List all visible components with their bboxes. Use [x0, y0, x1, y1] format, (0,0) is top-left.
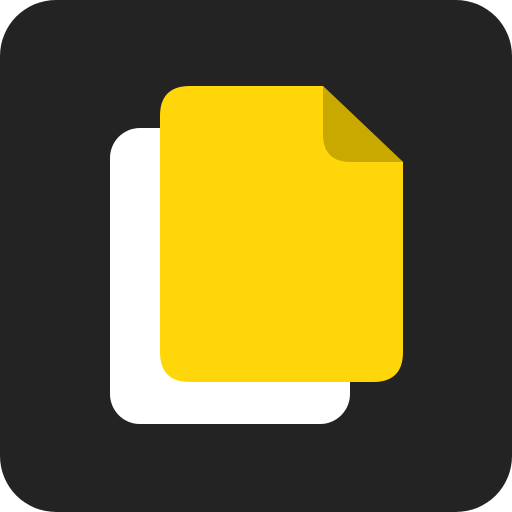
- copy-files-icon: [0, 0, 512, 512]
- app-icon: [0, 0, 512, 512]
